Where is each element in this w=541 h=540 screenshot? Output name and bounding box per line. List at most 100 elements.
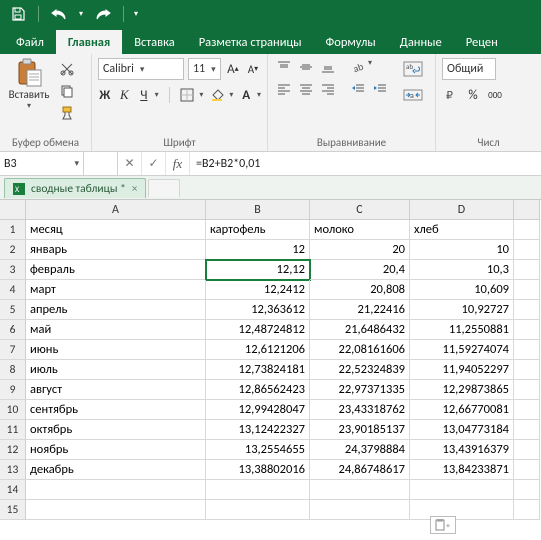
accounting-format-button[interactable]: ₽: [442, 86, 460, 104]
insert-function-button[interactable]: fx: [166, 152, 190, 175]
cell-A11[interactable]: октябрь: [26, 420, 206, 440]
cell-D9[interactable]: 12,29873865: [410, 380, 514, 400]
cell-B2[interactable]: 12: [206, 240, 310, 260]
wrap-text-button[interactable]: ab: [400, 58, 426, 80]
tab-insert[interactable]: Вставка: [122, 30, 187, 54]
align-center-button[interactable]: [296, 80, 316, 98]
cell-D12[interactable]: 13,43916379: [410, 440, 514, 460]
paste-options-smarttag[interactable]: +: [430, 516, 456, 534]
cell-C11[interactable]: 23,90185137: [310, 420, 410, 440]
cell-blank[interactable]: [514, 300, 540, 320]
formula-input[interactable]: =B2+B2*0,01: [190, 152, 541, 175]
row-header[interactable]: 2: [0, 240, 26, 260]
cell-A5[interactable]: апрель: [26, 300, 206, 320]
cell-blank[interactable]: [514, 260, 540, 280]
new-workbook-tab[interactable]: [148, 179, 180, 197]
cell-A9[interactable]: август: [26, 380, 206, 400]
cell-B12[interactable]: 13,2554655: [206, 440, 310, 460]
row-header[interactable]: 14: [0, 480, 26, 500]
cell-blank[interactable]: [514, 400, 540, 420]
decrease-font-button[interactable]: A▾: [245, 60, 261, 78]
cell-A15[interactable]: [26, 500, 206, 520]
row-header[interactable]: 5: [0, 300, 26, 320]
cell-D8[interactable]: 11,94052297: [410, 360, 514, 380]
bold-button[interactable]: Ж: [98, 86, 112, 104]
cell-blank[interactable]: [514, 240, 540, 260]
cell-A7[interactable]: июнь: [26, 340, 206, 360]
row-header[interactable]: 15: [0, 500, 26, 520]
orientation-button[interactable]: ab: [348, 58, 368, 76]
save-button[interactable]: [4, 2, 32, 26]
row-header[interactable]: 13: [0, 460, 26, 480]
cell-C6[interactable]: 21,6486432: [310, 320, 410, 340]
align-left-button[interactable]: [274, 80, 294, 98]
cell-C3[interactable]: 20,4: [310, 260, 410, 280]
percent-format-button[interactable]: %: [464, 86, 482, 104]
cell-blank[interactable]: [514, 360, 540, 380]
cell-A6[interactable]: май: [26, 320, 206, 340]
cell-D10[interactable]: 12,66770081: [410, 400, 514, 420]
paste-button[interactable]: Вставить ▾: [6, 58, 52, 111]
align-bottom-button[interactable]: [318, 58, 338, 76]
align-middle-button[interactable]: [296, 58, 316, 76]
cell-blank[interactable]: [514, 480, 540, 500]
cell-B13[interactable]: 13,38802016: [206, 460, 310, 480]
column-header-B[interactable]: B: [206, 200, 310, 220]
cell-C14[interactable]: [310, 480, 410, 500]
column-header-blank[interactable]: [514, 200, 540, 220]
cell-B14[interactable]: [206, 480, 310, 500]
customize-qat-button[interactable]: ▾: [130, 2, 142, 26]
cell-B7[interactable]: 12,6121206: [206, 340, 310, 360]
cell-B3[interactable]: 12,12: [206, 260, 310, 280]
cell-B5[interactable]: 12,363612: [206, 300, 310, 320]
cell-B1[interactable]: картофель: [206, 220, 310, 240]
row-header[interactable]: 10: [0, 400, 26, 420]
row-header[interactable]: 12: [0, 440, 26, 460]
cell-D2[interactable]: 10: [410, 240, 514, 260]
column-header-C[interactable]: C: [310, 200, 410, 220]
cell-C2[interactable]: 20: [310, 240, 410, 260]
cell-A8[interactable]: июль: [26, 360, 206, 380]
close-icon[interactable]: ×: [132, 182, 137, 195]
cell-C10[interactable]: 23,43318762: [310, 400, 410, 420]
cell-A1[interactable]: месяц: [26, 220, 206, 240]
cell-C8[interactable]: 22,52324839: [310, 360, 410, 380]
cancel-formula-button[interactable]: ✕: [118, 152, 142, 175]
increase-indent-button[interactable]: [370, 80, 390, 98]
number-format-combo[interactable]: Общий: [442, 58, 496, 80]
cell-blank[interactable]: [514, 500, 540, 520]
cell-B4[interactable]: 12,2412: [206, 280, 310, 300]
row-header[interactable]: 6: [0, 320, 26, 340]
cell-blank[interactable]: [514, 420, 540, 440]
merge-center-button[interactable]: a: [400, 84, 426, 106]
cell-blank[interactable]: [514, 220, 540, 240]
font-color-button[interactable]: A: [239, 86, 253, 104]
cell-A10[interactable]: сентябрь: [26, 400, 206, 420]
tab-review[interactable]: Рецен: [454, 30, 510, 54]
cell-B11[interactable]: 13,12422327: [206, 420, 310, 440]
name-box[interactable]: B3▾: [0, 152, 84, 175]
cell-C12[interactable]: 24,3798884: [310, 440, 410, 460]
cell-A2[interactable]: январь: [26, 240, 206, 260]
decrease-indent-button[interactable]: [348, 80, 368, 98]
cell-D13[interactable]: 13,84233871: [410, 460, 514, 480]
cell-B15[interactable]: [206, 500, 310, 520]
cell-blank[interactable]: [514, 280, 540, 300]
undo-button[interactable]: [45, 2, 73, 26]
cell-D15[interactable]: [410, 500, 514, 520]
row-header[interactable]: 1: [0, 220, 26, 240]
increase-font-button[interactable]: A▴: [225, 60, 241, 78]
cell-blank[interactable]: [514, 340, 540, 360]
cell-blank[interactable]: [514, 460, 540, 480]
tab-file[interactable]: Файл: [4, 30, 56, 54]
cell-C15[interactable]: [310, 500, 410, 520]
cell-D7[interactable]: 11,59274074: [410, 340, 514, 360]
underline-button[interactable]: Ч: [137, 86, 151, 104]
align-top-button[interactable]: [274, 58, 294, 76]
cut-button[interactable]: [56, 60, 78, 78]
cell-D14[interactable]: [410, 480, 514, 500]
font-name-combo[interactable]: Calibri▾: [98, 58, 184, 80]
cell-blank[interactable]: [514, 440, 540, 460]
comma-format-button[interactable]: 000: [486, 86, 504, 104]
italic-button[interactable]: К: [118, 86, 132, 104]
